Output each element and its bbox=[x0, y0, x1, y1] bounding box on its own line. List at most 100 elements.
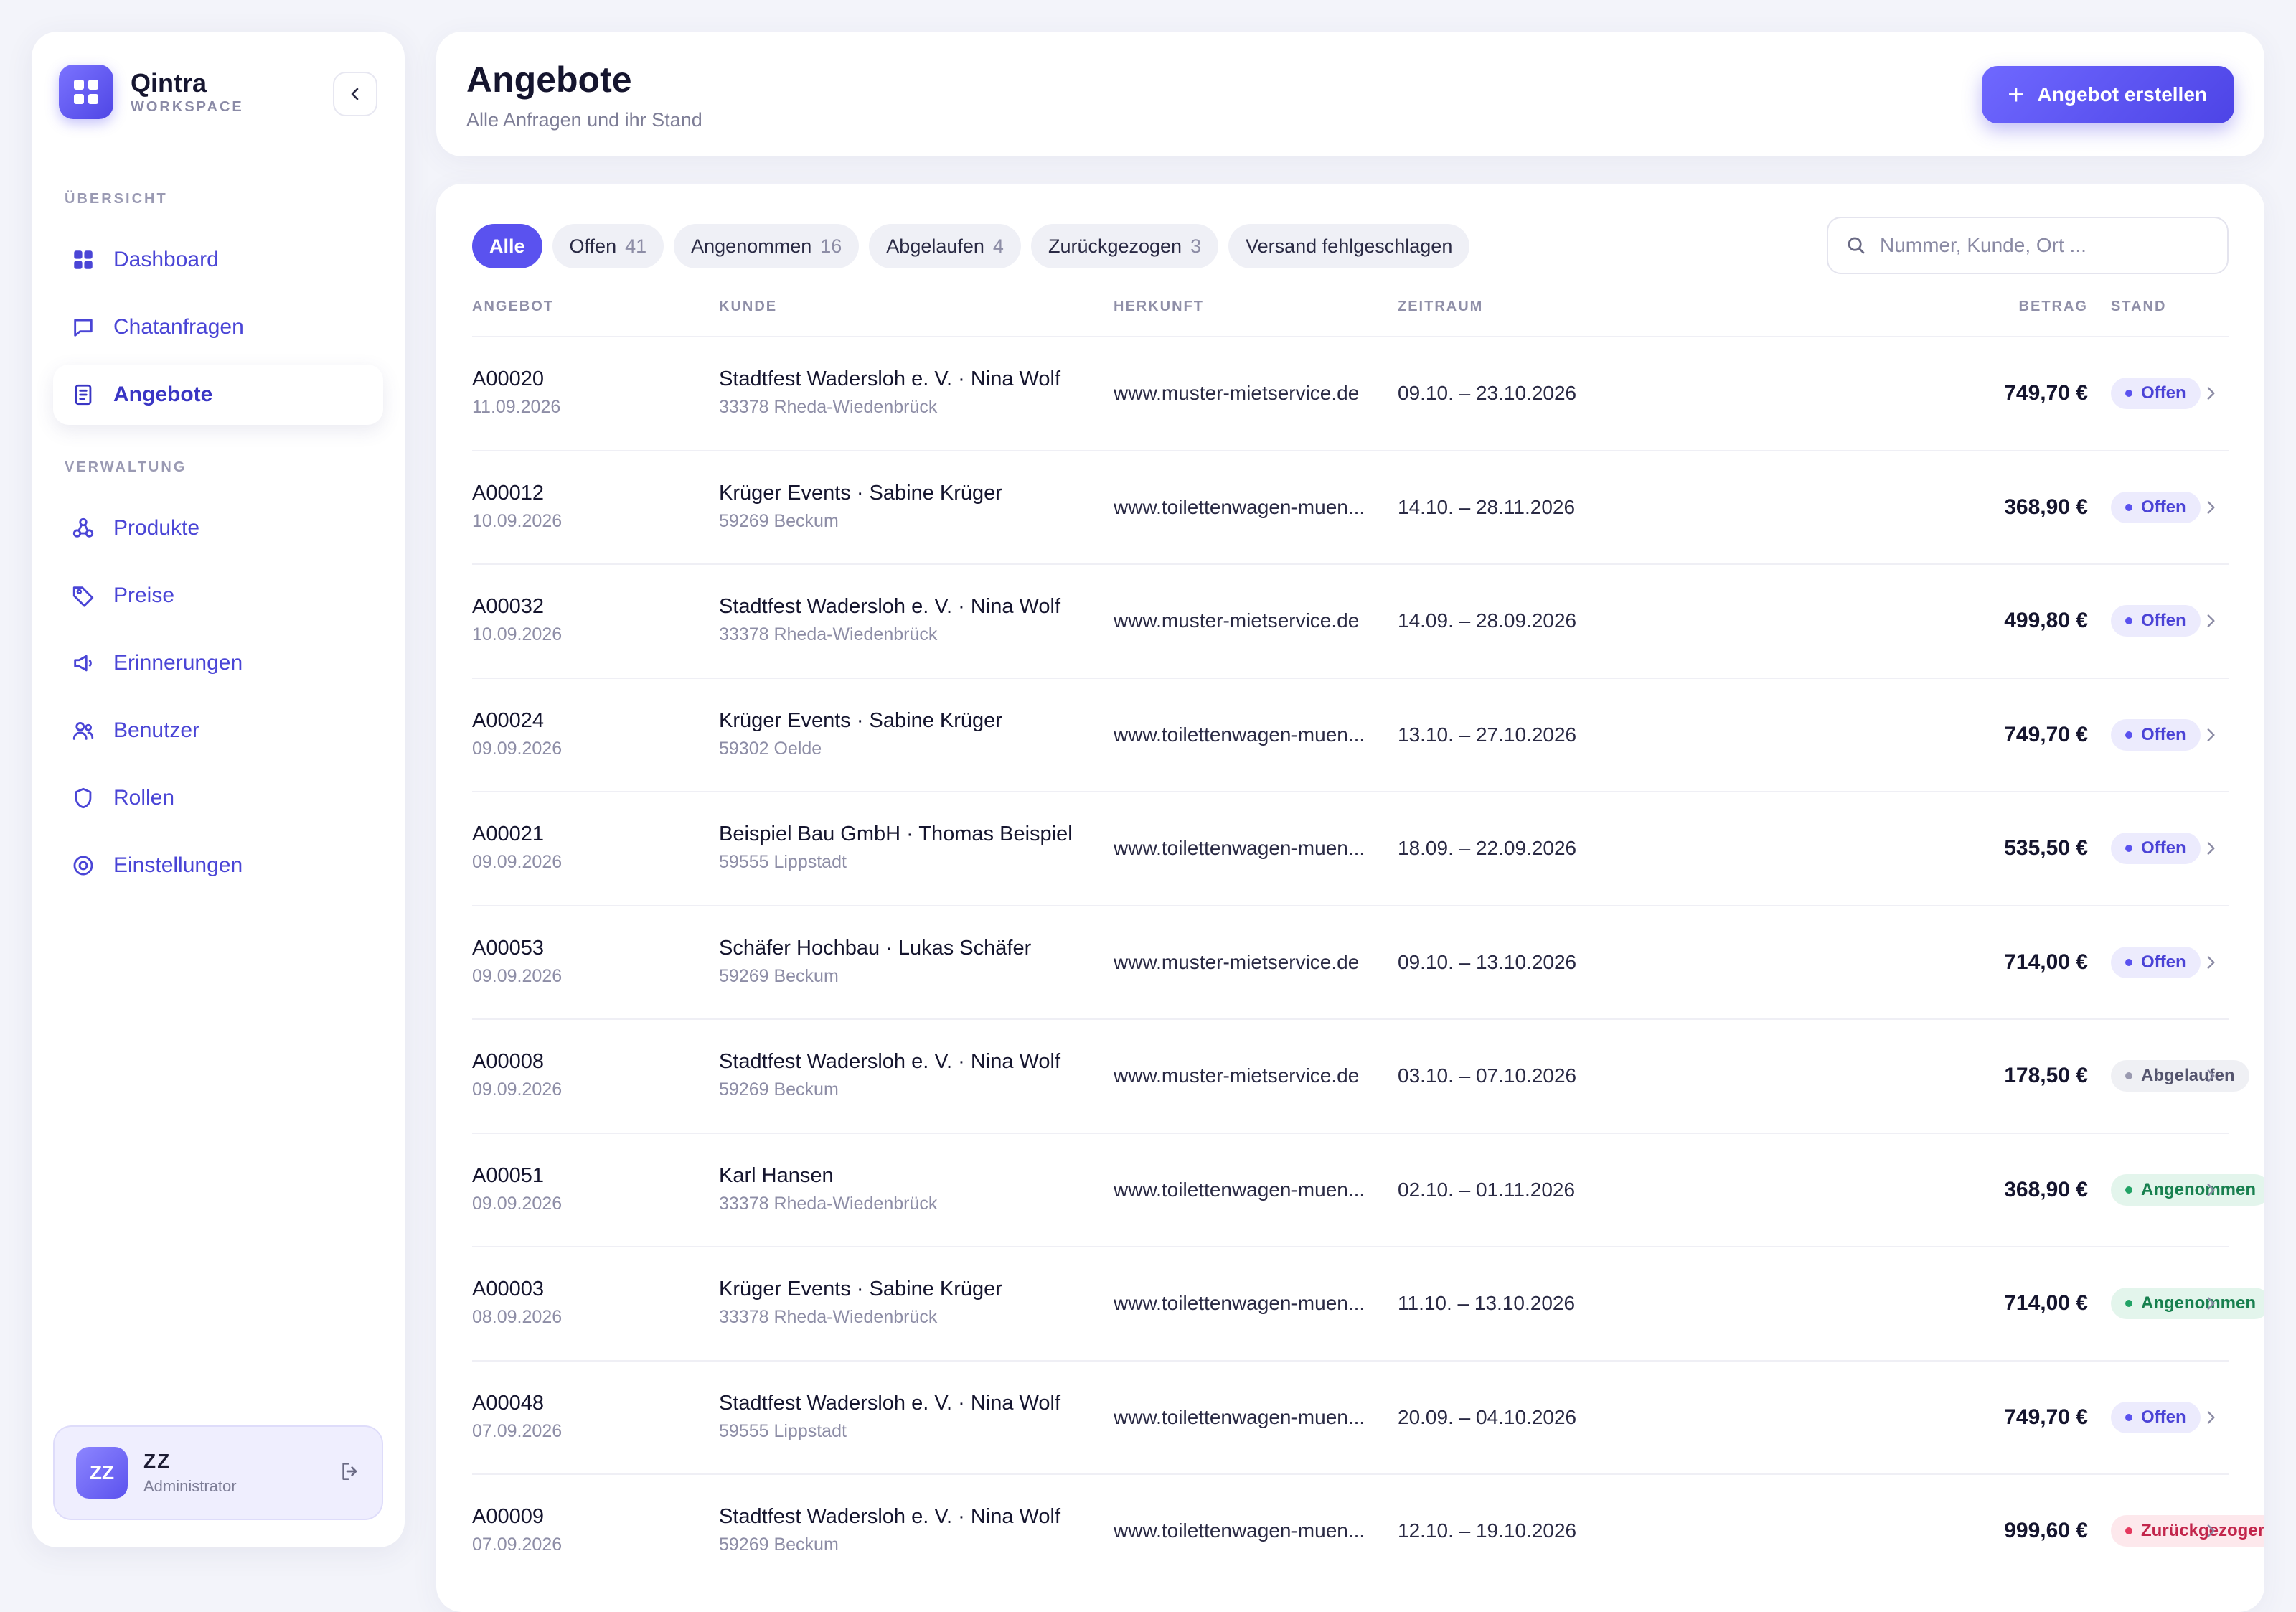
sidebar-item-einstellungen[interactable]: Einstellungen bbox=[53, 835, 383, 896]
status-dot-icon bbox=[2125, 503, 2132, 511]
offer-date: 09.09.2026 bbox=[472, 965, 563, 986]
chevron-right-icon bbox=[2207, 387, 2215, 400]
offer-number[interactable]: A00053 bbox=[472, 937, 562, 960]
status-badge: Offen bbox=[2111, 718, 2201, 751]
sidebar-item-produkte[interactable]: Produkte bbox=[53, 498, 383, 558]
filter-chip-angenommen[interactable]: Angenommen 16 bbox=[674, 224, 860, 268]
logout-icon[interactable] bbox=[339, 1460, 362, 1486]
open-row-button[interactable] bbox=[2201, 1362, 2220, 1474]
section-label-admin: VERWALTUNG bbox=[65, 459, 187, 475]
open-row-button[interactable] bbox=[2201, 906, 2220, 1019]
table-row[interactable]: A00032 10.09.2026 Stadtfest Wadersloh e. V… bbox=[472, 563, 2229, 678]
status-filter-bar: Alle Offen 41 Angenommen 16 Abgelaufen 4… bbox=[472, 224, 1470, 268]
offer-number[interactable]: A00008 bbox=[472, 1050, 562, 1074]
user-card[interactable]: ZZ ZZ Administrator bbox=[53, 1425, 383, 1520]
offer-number[interactable]: A00024 bbox=[472, 709, 562, 733]
offer-number[interactable]: A00020 bbox=[472, 367, 560, 391]
customer-name: Stadtfest Wadersloh e. V. · Nina Wolf bbox=[719, 367, 1061, 390]
sidebar-item-chatanfragen[interactable]: Chatanfragen bbox=[53, 297, 383, 357]
offer-id-cell: A00003 08.09.2026 bbox=[472, 1278, 562, 1328]
chevron-right-icon bbox=[2207, 1410, 2215, 1424]
filter-chip-versand-fehlgeschlagen[interactable]: Versand fehlgeschlagen bbox=[1228, 224, 1470, 268]
search-input[interactable] bbox=[1880, 234, 2210, 257]
chevron-right-icon bbox=[2207, 1183, 2215, 1196]
open-row-button[interactable] bbox=[2201, 451, 2220, 564]
sidebar-item-erinnerungen[interactable]: Erinnerungen bbox=[53, 633, 383, 693]
offer-id-cell: A00012 10.09.2026 bbox=[472, 482, 562, 532]
sidebar-item-label: Angebote bbox=[113, 383, 213, 406]
table-row[interactable]: A00051 09.09.2026 Karl Hansen 33378 Rheda-W… bbox=[472, 1132, 2264, 1247]
filter-chip-abgelaufen[interactable]: Abgelaufen 4 bbox=[869, 224, 1021, 268]
offer-id-cell: A00008 09.09.2026 bbox=[472, 1050, 562, 1100]
status-dot-icon bbox=[2125, 845, 2132, 853]
sidebar-item-angebote[interactable]: Angebote bbox=[53, 365, 383, 425]
column-header-angebot[interactable]: ANGEBOT bbox=[472, 299, 554, 315]
status-badge: Offen bbox=[2111, 833, 2201, 865]
open-row-button[interactable] bbox=[2201, 1475, 2220, 1588]
filter-chip-zurueckgezogen[interactable]: Zurückgezogen 3 bbox=[1030, 224, 1219, 268]
offer-number[interactable]: A00012 bbox=[472, 482, 562, 505]
table-row[interactable]: A00021 09.09.2026 Beispiel Bau GmbH · Thom… bbox=[472, 791, 2229, 905]
offer-number[interactable]: A00032 bbox=[472, 595, 562, 619]
offer-id-cell: A00051 09.09.2026 bbox=[472, 1164, 562, 1214]
open-row-button[interactable] bbox=[2201, 565, 2220, 678]
offer-number[interactable]: A00048 bbox=[472, 1392, 562, 1415]
table-row[interactable]: A00053 09.09.2026 Schäfer Hochbau · Lukas … bbox=[472, 904, 2229, 1019]
open-row-button[interactable] bbox=[2201, 1247, 2220, 1360]
offer-number[interactable]: A00021 bbox=[472, 823, 562, 846]
status-dot-icon bbox=[2125, 617, 2132, 625]
offer-number[interactable]: A00051 bbox=[472, 1164, 562, 1188]
customer-name: Krüger Events · Sabine Krüger bbox=[719, 1278, 1002, 1301]
open-row-button[interactable] bbox=[2201, 679, 2220, 792]
open-row-button[interactable] bbox=[2201, 337, 2220, 450]
filter-chip-offen[interactable]: Offen 41 bbox=[552, 224, 664, 268]
filter-label: Angenommen bbox=[691, 235, 812, 257]
sidebar-item-benutzer[interactable]: Benutzer bbox=[53, 700, 383, 761]
brand[interactable]: Qintra WORKSPACE bbox=[59, 65, 244, 119]
status-label: Offen bbox=[2141, 838, 2186, 858]
sidebar-item-label: Produkte bbox=[113, 516, 200, 540]
search-box[interactable] bbox=[1827, 217, 2229, 274]
column-header-stand[interactable]: STAND bbox=[2111, 299, 2166, 315]
open-row-button[interactable] bbox=[2201, 1020, 2220, 1133]
table-row[interactable]: A00003 08.09.2026 Krüger Events · Sabine K… bbox=[472, 1246, 2264, 1360]
section-label-overview: ÜBERSICHT bbox=[65, 191, 168, 207]
column-header-betrag[interactable]: BETRAG bbox=[1972, 299, 2088, 315]
collapse-sidebar-button[interactable] bbox=[333, 72, 377, 116]
amount-cell: 714,00 € bbox=[2004, 950, 2088, 974]
customer-name: Stadtfest Wadersloh e. V. · Nina Wolf bbox=[719, 1050, 1061, 1073]
amount-cell: 499,80 € bbox=[2004, 609, 2088, 633]
create-offer-button[interactable]: + Angebot erstellen bbox=[1982, 66, 2234, 123]
open-row-button[interactable] bbox=[2201, 1134, 2220, 1247]
customer-name: Stadtfest Wadersloh e. V. · Nina Wolf bbox=[719, 595, 1061, 618]
sidebar-item-preise[interactable]: Preise bbox=[53, 566, 383, 626]
amount-cell: 749,70 € bbox=[2004, 381, 2088, 406]
sidebar-item-dashboard[interactable]: Dashboard bbox=[53, 230, 383, 290]
sidebar-item-label: Chatanfragen bbox=[113, 315, 244, 339]
sidebar-item-rollen[interactable]: Rollen bbox=[53, 768, 383, 828]
table-row[interactable]: A00048 07.09.2026 Stadtfest Wadersloh e. V… bbox=[472, 1359, 2229, 1474]
column-header-kunde[interactable]: KUNDE bbox=[719, 299, 777, 315]
offer-number[interactable]: A00009 bbox=[472, 1505, 562, 1529]
status-badge: Offen bbox=[2111, 1401, 2201, 1433]
status-dot-icon bbox=[2125, 1413, 2132, 1421]
table-row[interactable]: A00020 11.09.2026 Stadtfest Wadersloh e. V… bbox=[472, 336, 2229, 450]
offer-number[interactable]: A00003 bbox=[472, 1278, 562, 1301]
table-row[interactable]: A00008 09.09.2026 Stadtfest Wadersloh e. V… bbox=[472, 1018, 2249, 1133]
origin-cell: www.muster-mietservice.de bbox=[1114, 609, 1360, 632]
offer-id-cell: A00048 07.09.2026 bbox=[472, 1392, 562, 1442]
customer-name: Krüger Events · Sabine Krüger bbox=[719, 708, 1002, 732]
chevron-right-icon bbox=[2207, 955, 2215, 969]
column-header-herkunft[interactable]: HERKUNFT bbox=[1114, 299, 1204, 315]
origin-cell: www.muster-mietservice.de bbox=[1114, 382, 1360, 405]
table-row[interactable]: A00012 10.09.2026 Krüger Events · Sabine K… bbox=[472, 449, 2229, 564]
status-dot-icon bbox=[2125, 1527, 2132, 1535]
table-row[interactable]: A00024 09.09.2026 Krüger Events · Sabine K… bbox=[472, 677, 2229, 792]
filter-label: Versand fehlgeschlagen bbox=[1246, 235, 1453, 257]
open-row-button[interactable] bbox=[2201, 792, 2220, 905]
filter-label: Zurückgezogen bbox=[1048, 235, 1182, 257]
filter-chip-alle[interactable]: Alle bbox=[472, 224, 542, 268]
page-title: Angebote bbox=[466, 60, 632, 100]
table-row[interactable]: A00009 07.09.2026 Stadtfest Wadersloh e. V… bbox=[472, 1473, 2264, 1588]
column-header-zeitraum[interactable]: ZEITRAUM bbox=[1398, 299, 1483, 315]
